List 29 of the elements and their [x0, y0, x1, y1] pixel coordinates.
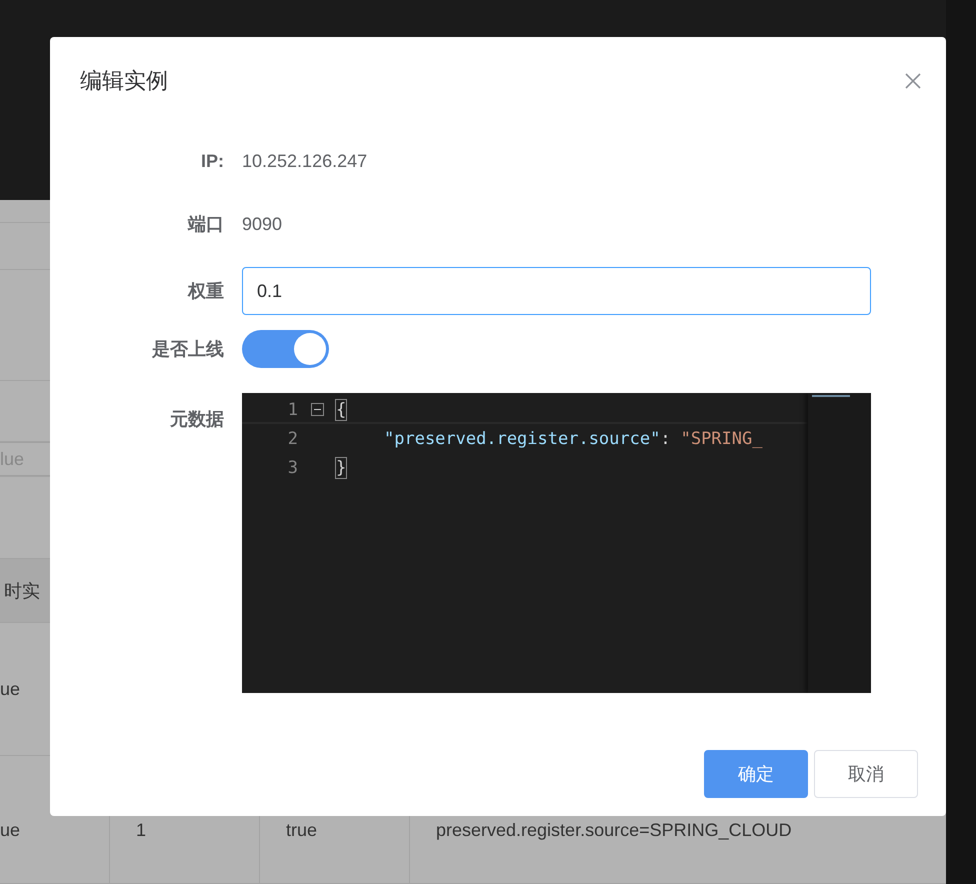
table-cell: preserved.register.source=SPRING_CLOUD — [436, 820, 792, 841]
field-value: 9090 — [242, 214, 282, 234]
field-label: IP: — [200, 150, 225, 172]
json-key: "preserved.register.source" — [384, 428, 660, 448]
close-icon[interactable] — [904, 72, 922, 90]
online-switch[interactable] — [242, 330, 329, 368]
json-string: "SPRING_ — [680, 428, 762, 448]
table-cell: 1 — [136, 820, 146, 841]
table-cell: ue — [0, 820, 20, 841]
json-punctuation: : — [660, 428, 671, 448]
weight-input[interactable]: 0.1 — [242, 267, 871, 315]
collapse-icon[interactable] — [310, 403, 324, 416]
table-cell: ue — [0, 678, 20, 700]
column-header: 时实 — [4, 580, 40, 602]
json-brace: { — [336, 400, 346, 420]
field-label: 权重 — [186, 280, 225, 303]
confirm-button[interactable]: 确定 — [704, 750, 808, 798]
cancel-button[interactable]: 取消 — [814, 750, 918, 798]
code-editor[interactable]: 1 { 2 "preserved.register.source": "SPRING_ 3 } — [242, 393, 871, 693]
table-cell: true — [286, 820, 318, 841]
line-number: 1 — [286, 400, 298, 420]
line-number: 2 — [286, 428, 298, 448]
json-brace: } — [336, 458, 346, 478]
dialog-title: 编辑实例 — [80, 67, 168, 95]
field-label: 元数据 — [169, 408, 225, 431]
line-number: 3 — [286, 458, 298, 478]
field-label: 端口 — [186, 213, 225, 236]
field-label: 是否上线 — [151, 338, 225, 361]
field-value: 10.252.126.247 — [242, 150, 368, 172]
